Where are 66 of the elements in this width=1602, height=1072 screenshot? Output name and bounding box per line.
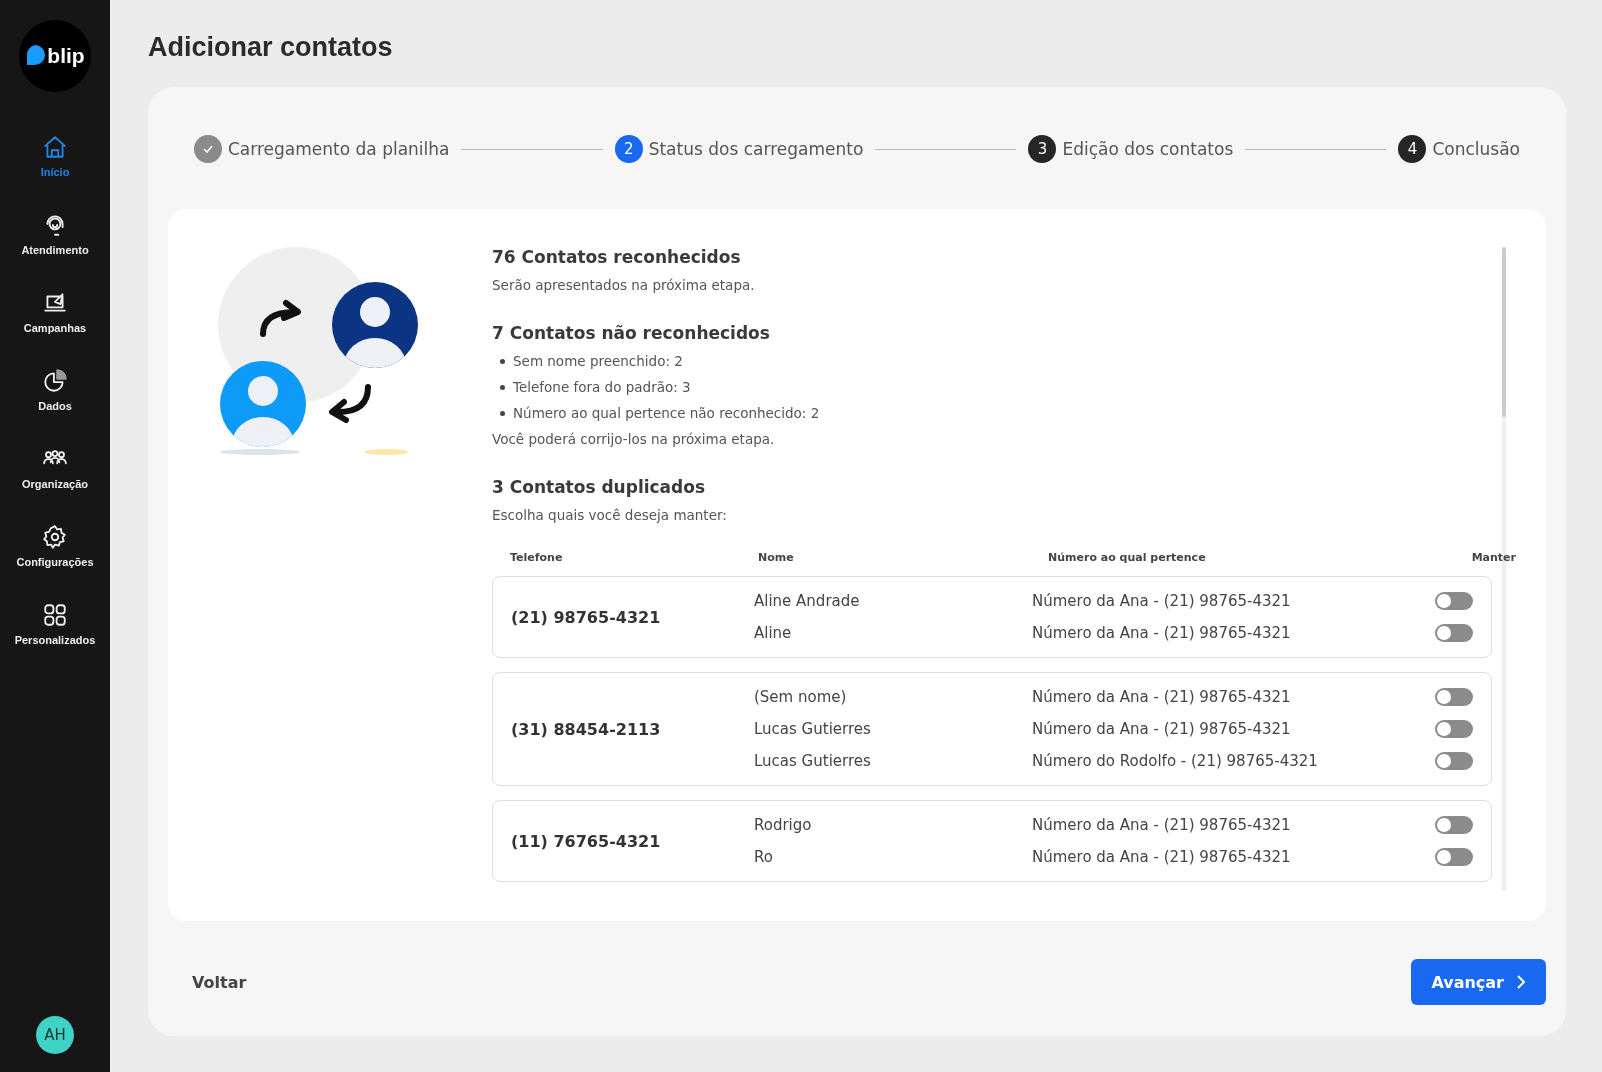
grid-icon bbox=[42, 602, 68, 628]
chevron-right-icon bbox=[1516, 974, 1526, 990]
bullet-icon bbox=[500, 384, 505, 390]
owner-number: Número da Ana - (21) 98765-4321 bbox=[1032, 816, 1292, 834]
toggle-switch[interactable] bbox=[1435, 720, 1473, 738]
nav-item[interactable]: Início bbox=[0, 126, 110, 204]
section-heading: 7 Contatos não reconhecidos bbox=[492, 323, 771, 343]
settings-icon bbox=[42, 524, 68, 550]
nav-item[interactable]: Campanhas bbox=[0, 282, 110, 360]
next-button[interactable]: Avançar bbox=[1411, 959, 1546, 1005]
list-item: Número ao qual pertence não reconhecido: 2 bbox=[513, 405, 820, 421]
owner-number: Número da Ana - (21) 98765-4321 bbox=[1032, 592, 1292, 610]
section-heading: 76 Contatos reconhecidos bbox=[492, 247, 742, 267]
description: Serão apresentados na próxima etapa. bbox=[492, 277, 756, 293]
bullet-icon bbox=[500, 358, 505, 364]
contact-name: Rodrigo bbox=[754, 816, 813, 834]
toggle-switch[interactable] bbox=[1435, 848, 1473, 866]
toggle-switch[interactable] bbox=[1435, 624, 1473, 642]
toggle-switch[interactable] bbox=[1435, 592, 1473, 610]
step-number: 3 bbox=[1028, 135, 1057, 163]
column-header: Telefone bbox=[510, 551, 564, 564]
speech-bubble-icon bbox=[25, 45, 46, 67]
page-title: Adicionar contatos bbox=[148, 32, 394, 63]
contact-name: Aline bbox=[754, 624, 793, 642]
owner-number: Número da Ana - (21) 98765-4321 bbox=[1032, 624, 1292, 642]
contact-name: Lucas Gutierres bbox=[754, 720, 872, 738]
owner-number: Número da Ana - (21) 98765-4321 bbox=[1032, 688, 1292, 706]
step-label: Edição dos contatos bbox=[1062, 139, 1234, 159]
contact-name: Lucas Gutierres bbox=[754, 752, 872, 770]
description: Você poderá corrijo-los na próxima etapa. bbox=[492, 431, 776, 447]
phone-number: (31) 88454-2113 bbox=[511, 719, 662, 739]
contact-name: (Sem nome) bbox=[754, 688, 848, 706]
back-button[interactable]: Voltar bbox=[186, 971, 253, 993]
owner-number: Número da Ana - (21) 98765-4321 bbox=[1032, 720, 1292, 738]
step-label: Status dos carregamento bbox=[648, 139, 864, 159]
section-heading: 3 Contatos duplicados bbox=[492, 477, 707, 497]
step-label: Conclusão bbox=[1432, 139, 1520, 159]
scrollbar[interactable] bbox=[1502, 247, 1506, 417]
nav-item[interactable]: Dados bbox=[0, 360, 110, 438]
nav-item[interactable]: Personalizados bbox=[0, 594, 110, 672]
phone-number: (11) 76765-4321 bbox=[511, 831, 662, 851]
owner-number: Número do Rodolfo - (21) 98765-4321 bbox=[1032, 752, 1319, 770]
nav-item[interactable]: Configurações bbox=[0, 516, 110, 594]
list-item: Telefone fora do padrão: 3 bbox=[513, 379, 691, 395]
description: Escolha quais você deseja manter: bbox=[492, 507, 728, 523]
list-item: Sem nome preenchido: 2 bbox=[513, 353, 683, 369]
column-header: Número ao qual pertence bbox=[1048, 551, 1207, 564]
toggle-switch[interactable] bbox=[1435, 688, 1473, 706]
contact-name: Aline Andrade bbox=[754, 592, 861, 610]
nav-item[interactable]: Organização bbox=[0, 438, 110, 516]
owner-number: Número da Ana - (21) 98765-4321 bbox=[1032, 848, 1292, 866]
nav-item[interactable]: Atendimento bbox=[0, 204, 110, 282]
column-header: Manter bbox=[1471, 551, 1516, 564]
toggle-switch[interactable] bbox=[1435, 816, 1473, 834]
logo-text: blip bbox=[47, 44, 85, 68]
avatar[interactable]: AH bbox=[36, 1016, 74, 1054]
step-number: 4 bbox=[1398, 135, 1427, 163]
home-icon bbox=[42, 134, 68, 160]
step-number: 2 bbox=[614, 135, 643, 163]
bullet-icon bbox=[500, 410, 505, 416]
contact-name: Ro bbox=[754, 848, 774, 866]
pie-chart-icon bbox=[42, 368, 68, 394]
column-header: Nome bbox=[758, 551, 795, 564]
toggle-switch[interactable] bbox=[1435, 752, 1473, 770]
phone-number: (21) 98765-4321 bbox=[511, 607, 662, 627]
step-label: Carregamento da planilha bbox=[228, 139, 450, 159]
